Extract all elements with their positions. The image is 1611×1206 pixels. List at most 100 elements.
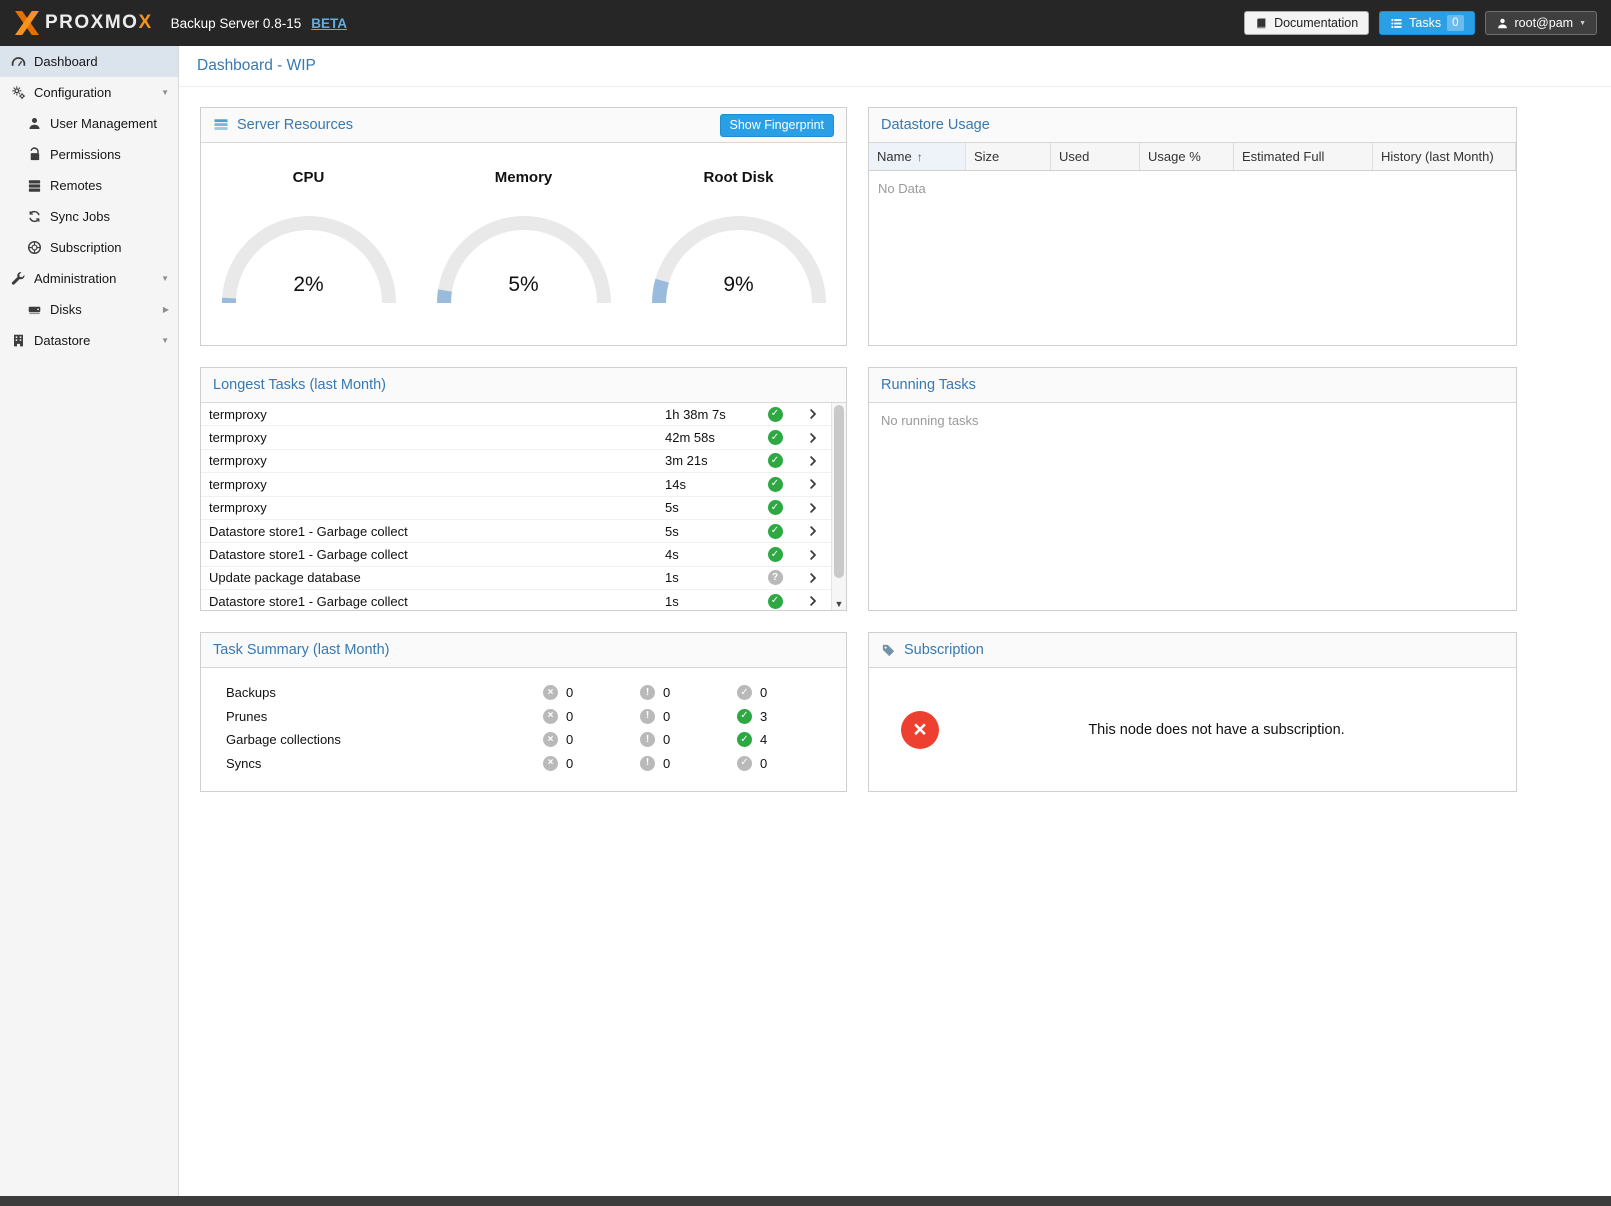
show-fingerprint-button[interactable]: Show Fingerprint — [720, 114, 835, 137]
task-row[interactable]: termproxy5s✓ — [201, 497, 831, 520]
chevron-right-icon[interactable] — [795, 432, 831, 444]
scrollbar-thumb[interactable] — [834, 405, 844, 578]
documentation-label: Documentation — [1274, 16, 1358, 30]
chevron-right-icon[interactable] — [795, 595, 831, 607]
sidebar-item-permissions[interactable]: Permissions — [0, 139, 178, 170]
main-content: Dashboard - WIP Server Resources Show Fi… — [179, 46, 1611, 1196]
status-ok-icon: ✓ — [768, 524, 783, 539]
scroll-down-icon[interactable]: ▼ — [832, 599, 846, 609]
summary-label: Backups — [226, 685, 543, 700]
ok-count: 4 — [760, 732, 767, 747]
summary-warning-cell[interactable]: !0 — [640, 756, 737, 771]
task-row[interactable]: termproxy42m 58s✓ — [201, 426, 831, 449]
task-row[interactable]: Datastore store1 - Garbage collect1s✓ — [201, 590, 831, 610]
caret-down-icon[interactable]: ▼ — [161, 89, 169, 97]
error-count: 0 — [566, 732, 573, 747]
server-resources-panel: Server Resources Show Fingerprint CPU2%M… — [200, 107, 847, 346]
sidebar-item-sync-jobs[interactable]: Sync Jobs — [0, 201, 178, 232]
user-menu-button[interactable]: root@pam ▼ — [1485, 11, 1597, 35]
status-ok-icon: ✓ — [768, 430, 783, 445]
task-duration: 1h 38m 7s — [665, 407, 755, 422]
column-header-name[interactable]: Name↑ — [869, 143, 966, 170]
proxmox-logo: PROXMOX — [14, 11, 153, 35]
chevron-right-icon[interactable] — [795, 525, 831, 537]
caret-right-icon[interactable]: ▶ — [163, 306, 169, 314]
task-duration: 4s — [665, 547, 755, 562]
task-row[interactable]: Datastore store1 - Garbage collect4s✓ — [201, 543, 831, 566]
task-row[interactable]: termproxy3m 21s✓ — [201, 450, 831, 473]
subscription-message: This node does not have a subscription. — [939, 722, 1494, 738]
caret-down-icon[interactable]: ▼ — [161, 337, 169, 345]
tasks-button[interactable]: Tasks 0 — [1379, 11, 1474, 35]
summary-error-cell[interactable]: ×0 — [543, 709, 640, 724]
sidebar-item-configuration[interactable]: Configuration ▼ — [0, 77, 178, 108]
task-summary-body: Backups×0!0✓0Prunes×0!0✓3Garbage collect… — [201, 668, 846, 775]
sidebar-item-label: Configuration — [34, 85, 111, 100]
sidebar-item-datastore[interactable]: Datastore▼ — [0, 325, 178, 356]
proxmox-x-icon — [14, 11, 40, 35]
summary-ok-cell[interactable]: ✓0 — [737, 685, 834, 700]
column-header-estimated-full[interactable]: Estimated Full — [1234, 143, 1373, 170]
summary-warning-cell[interactable]: !0 — [640, 732, 737, 747]
summary-ok-cell[interactable]: ✓3 — [737, 709, 834, 724]
ok-circle-icon: ✓ — [737, 685, 752, 700]
sidebar-item-user-management[interactable]: User Management — [0, 108, 178, 139]
chevron-right-icon[interactable] — [795, 478, 831, 490]
task-name: termproxy — [209, 453, 665, 468]
error-circle-icon: × — [543, 685, 558, 700]
book-icon — [1255, 17, 1268, 30]
status-unknown-icon: ? — [768, 570, 783, 585]
column-header-usage[interactable]: Usage % — [1140, 143, 1234, 170]
ok-circle-icon: ✓ — [737, 756, 752, 771]
column-label: History (last Month) — [1381, 149, 1494, 164]
dashboard-panels: Server Resources Show Fingerprint CPU2%M… — [179, 86, 1611, 813]
topbar: PROXMOX Backup Server 0.8-15 BETA Docume… — [0, 0, 1611, 46]
no-running-tasks-text: No running tasks — [881, 413, 979, 428]
column-header-used[interactable]: Used — [1051, 143, 1140, 170]
sidebar-item-remotes[interactable]: Remotes — [0, 170, 178, 201]
tasks-label: Tasks — [1409, 16, 1441, 30]
sidebar-item-disks[interactable]: Disks▶ — [0, 294, 178, 325]
chevron-right-icon[interactable] — [795, 549, 831, 561]
error-count: 0 — [566, 709, 573, 724]
summary-warning-cell[interactable]: !0 — [640, 685, 737, 700]
task-row[interactable]: Datastore store1 - Garbage collect5s✓ — [201, 520, 831, 543]
sidebar-item-subscription[interactable]: Subscription — [0, 232, 178, 263]
scrollbar[interactable]: ▼ — [831, 403, 846, 610]
task-row[interactable]: termproxy14s✓ — [201, 473, 831, 496]
summary-error-cell[interactable]: ×0 — [543, 732, 640, 747]
summary-row: Backups×0!0✓0 — [226, 681, 834, 705]
status-ok-icon: ✓ — [768, 407, 783, 422]
summary-ok-cell[interactable]: ✓4 — [737, 732, 834, 747]
summary-error-cell[interactable]: ×0 — [543, 685, 640, 700]
chevron-right-icon[interactable] — [795, 502, 831, 514]
column-header-size[interactable]: Size — [966, 143, 1051, 170]
column-header-history-last-month[interactable]: History (last Month) — [1373, 143, 1516, 170]
task-name: Datastore store1 - Garbage collect — [209, 547, 665, 562]
task-name: Datastore store1 - Garbage collect — [209, 524, 665, 539]
chevron-right-icon[interactable] — [795, 572, 831, 584]
task-row[interactable]: termproxy1h 38m 7s✓ — [201, 403, 831, 426]
chevron-right-icon[interactable] — [795, 408, 831, 420]
beta-link[interactable]: BETA — [311, 16, 347, 31]
column-label: Used — [1059, 149, 1089, 164]
summary-ok-cell[interactable]: ✓0 — [737, 756, 834, 771]
summary-row: Prunes×0!0✓3 — [226, 705, 834, 729]
caret-down-icon[interactable]: ▼ — [161, 275, 169, 283]
summary-error-cell[interactable]: ×0 — [543, 756, 640, 771]
sidebar-item-dashboard[interactable]: Dashboard — [0, 46, 178, 77]
summary-warning-cell[interactable]: !0 — [640, 709, 737, 724]
status-ok-icon: ✓ — [768, 453, 783, 468]
chevron-right-icon[interactable] — [795, 455, 831, 467]
ok-circle-icon: ✓ — [737, 709, 752, 724]
error-circle-icon: × — [543, 732, 558, 747]
sidebar-item-label: Subscription — [50, 240, 122, 255]
panel-title: Task Summary (last Month) — [213, 642, 389, 658]
sidebar: Dashboard Configuration ▼ User ManagementPe… — [0, 46, 179, 1196]
documentation-button[interactable]: Documentation — [1244, 11, 1369, 35]
tasks-count-badge: 0 — [1447, 15, 1463, 31]
datastore-usage-header: Datastore Usage — [869, 108, 1516, 143]
subscription-body: × This node does not have a subscription… — [869, 668, 1516, 791]
task-row[interactable]: Update package database1s? — [201, 567, 831, 590]
sidebar-item-administration[interactable]: Administration▼ — [0, 263, 178, 294]
